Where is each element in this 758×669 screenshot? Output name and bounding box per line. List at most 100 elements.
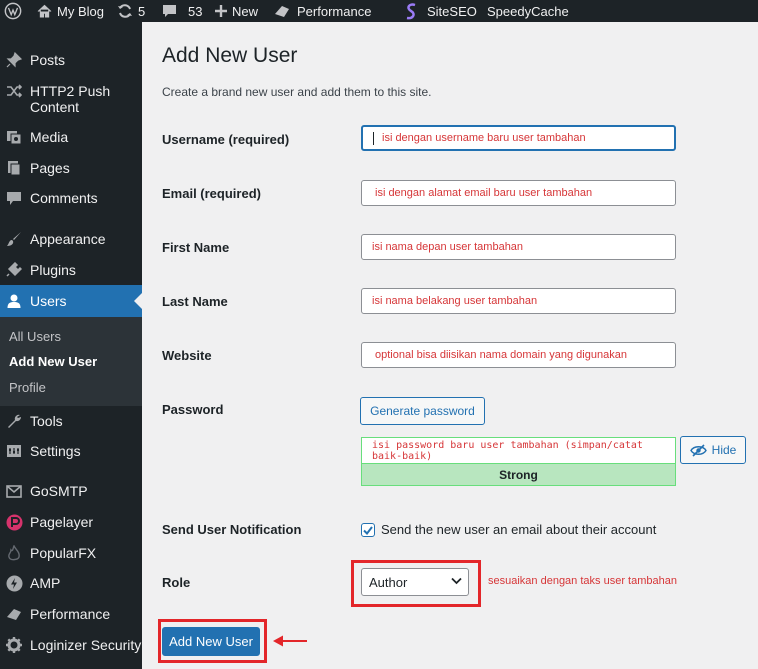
settings-icon — [5, 442, 23, 460]
wrench-icon — [5, 412, 23, 430]
sidebar-item-gosmtp[interactable]: GoSMTP — [0, 481, 142, 501]
gear-icon — [5, 636, 23, 654]
hide-label: Hide — [711, 443, 737, 457]
site-name-link[interactable]: My Blog — [37, 0, 104, 22]
sidebar-item-popularfx[interactable]: PopularFX — [0, 543, 142, 563]
new-content-link[interactable]: New — [215, 0, 258, 22]
sidebar-item-label: Pages — [30, 160, 70, 176]
amp-icon — [5, 574, 23, 592]
sidebar-item-pages[interactable]: Pages — [0, 158, 142, 178]
sidebar-item-label: AMP — [30, 575, 61, 591]
sidebar-item-amp[interactable]: AMP — [0, 573, 142, 593]
media-icon — [5, 128, 23, 146]
website-value: optional bisa diisikan nama domain yang … — [375, 349, 627, 361]
plus-icon — [215, 5, 227, 17]
last-name-value: isi nama belakang user tambahan — [372, 295, 538, 307]
email-value: isi dengan alamat email baru user tambah… — [375, 187, 593, 199]
performance-label: Performance — [297, 3, 372, 19]
site-name: My Blog — [57, 3, 104, 19]
sidebar-item-label: Performance — [30, 606, 111, 622]
sidebar-item-label: Appearance — [30, 231, 106, 247]
sidebar-item-label: Plugins — [30, 262, 76, 278]
sidebar-item-media[interactable]: Media — [0, 127, 142, 147]
speedycache-link[interactable]: SpeedyCache — [487, 0, 569, 22]
siteseo-link[interactable]: SiteSEO — [405, 0, 477, 22]
sidebar-item-tools[interactable]: Tools — [0, 411, 142, 431]
password-field: isi password baru user tambahan (simpan/… — [361, 437, 676, 486]
last-name-input[interactable]: isi nama belakang user tambahan — [361, 288, 676, 314]
password-strength-label: Strong — [499, 467, 538, 482]
email-label: Email (required) — [162, 186, 261, 201]
username-input[interactable]: isi dengan username baru user tambahan — [361, 125, 676, 151]
sidebar-item-label: Tools — [30, 413, 63, 429]
password-strength-meter: Strong — [362, 463, 675, 485]
comments-link[interactable]: 53 — [162, 0, 202, 22]
sidebar-item-posts[interactable]: Posts — [0, 50, 142, 70]
email-input[interactable]: isi dengan alamat email baru user tambah… — [361, 180, 676, 206]
comment-bubble-icon — [163, 5, 176, 17]
performance-icon — [5, 605, 23, 623]
submenu-all-users[interactable]: All Users — [9, 329, 61, 344]
role-label: Role — [162, 575, 191, 590]
hide-password-button[interactable]: Hide — [680, 436, 746, 464]
sidebar-item-performance[interactable]: Performance — [0, 604, 142, 624]
add-new-user-button[interactable]: Add New User — [162, 627, 260, 656]
sidebar-item-label: Posts — [30, 52, 66, 68]
flame-icon — [5, 544, 23, 562]
username-label: Username (required) — [162, 132, 290, 147]
mail-icon — [5, 482, 23, 500]
sidebar-item-settings[interactable]: Settings — [0, 441, 142, 461]
shuffle-icon — [5, 82, 23, 100]
website-label: Website — [162, 348, 212, 363]
first-name-input[interactable]: isi nama depan user tambahan — [361, 234, 676, 260]
text-caret — [373, 131, 374, 145]
chevron-down-icon — [451, 577, 462, 585]
admin-sidebar: Posts HTTP2 Push Content Media Pages Com… — [0, 22, 142, 669]
sidebar-item-comments[interactable]: Comments — [0, 188, 142, 208]
brush-icon — [5, 230, 23, 248]
sidebar-item-users[interactable]: Users — [0, 285, 142, 317]
first-name-label: First Name — [162, 240, 230, 255]
sidebar-item-label: Comments — [30, 190, 98, 206]
updates-icon — [118, 4, 132, 18]
sidebar-item-label: Pagelayer — [30, 514, 94, 530]
speedycache-label: SpeedyCache — [487, 3, 569, 19]
notification-label: Send User Notification — [162, 522, 302, 537]
users-submenu: All Users Add New User Profile — [0, 317, 142, 406]
password-value: isi password baru user tambahan (simpan/… — [372, 440, 643, 462]
sidebar-item-label: Users — [30, 293, 67, 309]
sidebar-item-loginizer-security[interactable]: Loginizer Security — [0, 635, 142, 655]
sidebar-item-label: Loginizer Security — [30, 637, 142, 653]
role-select[interactable]: Author — [361, 568, 469, 596]
sidebar-item-pagelayer[interactable]: Pagelayer — [0, 512, 142, 532]
updates-link[interactable]: 5 — [117, 0, 145, 22]
username-value: isi dengan username baru user tambahan — [382, 132, 586, 144]
role-annotation-note: sesuaikan dengan taks user tambahan — [488, 575, 677, 587]
notification-checkbox[interactable] — [361, 523, 375, 537]
comments-count: 53 — [188, 3, 203, 19]
plugin-icon — [5, 261, 23, 279]
performance-bar-icon — [275, 6, 289, 17]
admin-bar: My Blog 5 53 New Performance SiteSEO Spe… — [0, 0, 758, 22]
sidebar-item-plugins[interactable]: Plugins — [0, 260, 142, 280]
siteseo-label: SiteSEO — [427, 3, 477, 19]
wordpress-logo-icon[interactable] — [4, 0, 22, 22]
home-icon — [37, 4, 52, 18]
role-value: Author — [369, 574, 408, 590]
first-name-value: isi nama depan user tambahan — [372, 241, 524, 253]
password-label: Password — [162, 402, 224, 417]
page-description: Create a brand new user and add them to … — [162, 85, 432, 99]
user-icon — [5, 292, 23, 310]
main-content: Add New User Create a brand new user and… — [142, 22, 758, 669]
password-input[interactable]: isi password baru user tambahan (simpan/… — [362, 438, 675, 464]
website-input[interactable]: optional bisa diisikan nama domain yang … — [361, 342, 676, 368]
performance-link[interactable]: Performance — [274, 0, 371, 22]
sidebar-item-label: PopularFX — [30, 545, 97, 561]
generate-password-button[interactable]: Generate password — [360, 397, 485, 425]
sidebar-item-label: HTTP2 Push Content — [30, 83, 111, 115]
submenu-profile[interactable]: Profile — [9, 380, 46, 395]
submenu-add-new-user[interactable]: Add New User — [9, 354, 97, 369]
page-title: Add New User — [162, 44, 298, 67]
sidebar-item-http2-push-content[interactable]: HTTP2 Push Content — [0, 82, 142, 118]
sidebar-item-appearance[interactable]: Appearance — [0, 229, 142, 249]
